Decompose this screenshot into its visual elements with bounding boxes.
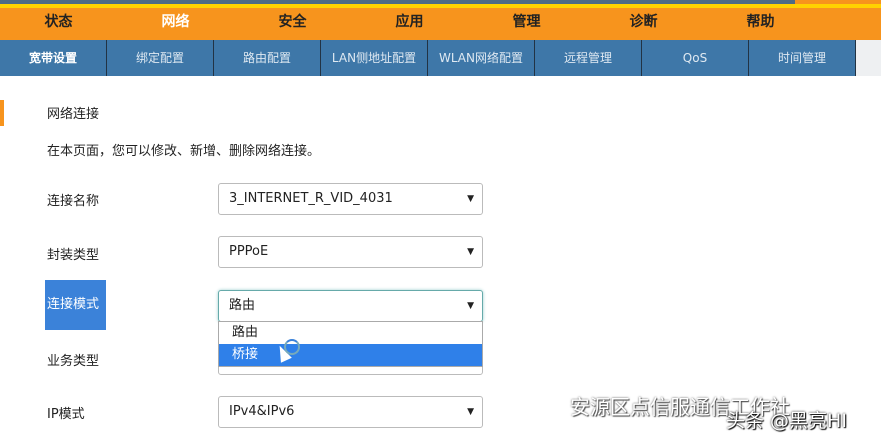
connection-name-select[interactable]: 3_INTERNET_R_VID_4031 ▼ <box>218 183 483 215</box>
nav-management[interactable]: 管理 <box>468 8 585 40</box>
tab-broadband[interactable]: 宽带设置 <box>0 40 107 76</box>
chevron-down-icon: ▼ <box>467 247 474 257</box>
tab-lan[interactable]: LAN侧地址配置 <box>321 40 428 76</box>
tab-remote[interactable]: 远程管理 <box>535 40 642 76</box>
label-connection-mode: 连接模式 <box>45 280 106 330</box>
tab-wlan[interactable]: WLAN网络配置 <box>428 40 535 76</box>
tab-routing[interactable]: 路由配置 <box>214 40 321 76</box>
nav-status[interactable]: 状态 <box>0 8 117 40</box>
nav-security[interactable]: 安全 <box>234 8 351 40</box>
sub-nav: 宽带设置 绑定配置 路由配置 LAN侧地址配置 WLAN网络配置 远程管理 Qo… <box>0 40 881 76</box>
label-service-type: 业务类型 <box>47 354 100 369</box>
nav-network[interactable]: 网络 <box>117 8 234 40</box>
nav-application[interactable]: 应用 <box>351 8 468 40</box>
nav-help[interactable]: 帮助 <box>702 8 819 40</box>
option-bridge[interactable]: 桥接 <box>219 344 482 366</box>
option-route[interactable]: 路由 <box>219 322 482 344</box>
main-nav: 状态 网络 安全 应用 管理 诊断 帮助 <box>0 8 881 40</box>
chevron-down-icon: ▼ <box>467 301 474 311</box>
connection-mode-select[interactable]: 路由 ▼ <box>218 290 483 322</box>
watermark-toutiao: 头条 @黑亮HI <box>726 410 847 432</box>
chevron-down-icon: ▼ <box>467 407 474 417</box>
label-connection-name: 连接名称 <box>47 194 100 209</box>
tab-binding[interactable]: 绑定配置 <box>107 40 214 76</box>
section-title: 网络连接 <box>47 107 100 122</box>
side-accent <box>0 100 4 126</box>
description: 在本页面，您可以修改、新增、删除网络连接。 <box>47 144 321 159</box>
nav-diagnosis[interactable]: 诊断 <box>585 8 702 40</box>
loading-spinner-icon <box>284 339 300 355</box>
select-value: IPv4&IPv6 <box>229 404 295 419</box>
select-value: 3_INTERNET_R_VID_4031 <box>229 191 393 206</box>
tab-time[interactable]: 时间管理 <box>749 40 856 76</box>
tab-qos[interactable]: QoS <box>642 40 749 76</box>
label-encap-type: 封装类型 <box>47 248 100 263</box>
select-value: PPPoE <box>229 244 269 259</box>
chevron-down-icon: ▼ <box>467 194 474 204</box>
encap-type-select[interactable]: PPPoE ▼ <box>218 236 483 268</box>
label-ip-mode: IP模式 <box>47 407 85 422</box>
connection-mode-dropdown: 路由 桥接 <box>218 321 483 367</box>
select-value: 路由 <box>229 298 256 313</box>
ip-mode-select[interactable]: IPv4&IPv6 ▼ <box>218 396 483 428</box>
